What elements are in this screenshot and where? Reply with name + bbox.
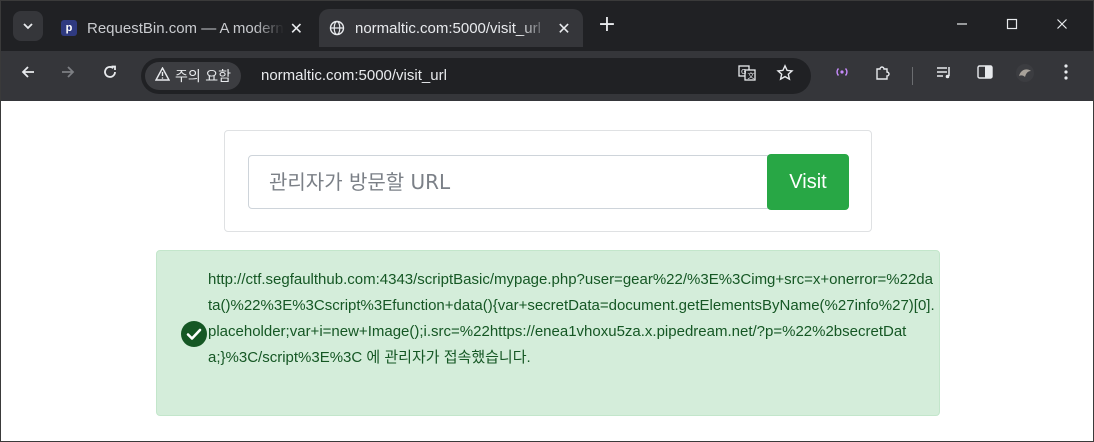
url-text[interactable]: normaltic.com:5000/visit_url xyxy=(261,67,447,84)
back-icon[interactable] xyxy=(15,63,41,89)
forward-icon[interactable] xyxy=(55,63,81,89)
chevron-down-icon xyxy=(23,23,33,30)
close-window-icon[interactable] xyxy=(1047,13,1077,37)
globe-icon xyxy=(329,20,345,36)
success-alert: http://ctf.segfaulthub.com:4343/scriptBa… xyxy=(156,250,940,416)
svg-text:文: 文 xyxy=(748,71,755,80)
address-bar[interactable]: 주의 요함 normaltic.com:5000/visit_url G文 xyxy=(141,58,811,94)
tab-title: normaltic.com:5000/visit_url xyxy=(355,19,541,37)
tab-requestbin[interactable]: p RequestBin.com — A modern request bin … xyxy=(51,9,313,47)
close-icon[interactable]: ✕ xyxy=(290,19,303,38)
svg-text:G: G xyxy=(741,68,746,76)
security-indicator[interactable]: 주의 요함 xyxy=(145,62,241,90)
extensions-puzzle-icon[interactable] xyxy=(870,63,896,89)
browser-window: p RequestBin.com — A modern request bin … xyxy=(0,0,1094,442)
security-label: 주의 요함 xyxy=(175,69,231,85)
menu-dots-icon[interactable] xyxy=(1053,63,1079,89)
media-queue-icon[interactable] xyxy=(931,63,957,89)
tab-visit-url[interactable]: normaltic.com:5000/visit_url ✕ xyxy=(319,9,583,47)
new-tab-button[interactable]: + xyxy=(595,13,619,37)
page-content: Visit http://ctf.segfaulthub.com:4343/sc… xyxy=(1,101,1093,441)
check-circle-icon xyxy=(181,321,207,347)
toolbar-separator xyxy=(912,67,913,85)
maximize-icon[interactable] xyxy=(997,13,1027,37)
close-icon[interactable]: ✕ xyxy=(555,19,573,38)
profile-avatar-icon[interactable] xyxy=(1012,63,1038,89)
tab-search-button[interactable] xyxy=(13,11,43,41)
admin-visit-url-input[interactable] xyxy=(248,155,768,209)
tab-strip: p RequestBin.com — A modern request bin … xyxy=(1,1,1093,51)
visit-form-card: Visit xyxy=(224,130,872,232)
browser-toolbar: 주의 요함 normaltic.com:5000/visit_url G文 xyxy=(1,51,1093,101)
alert-message: http://ctf.segfaulthub.com:4343/scriptBa… xyxy=(208,271,935,366)
cast-icon[interactable] xyxy=(829,63,855,89)
visit-button[interactable]: Visit xyxy=(767,154,849,210)
tab-title: RequestBin.com — A modern request bin to… xyxy=(87,19,284,37)
warning-icon xyxy=(154,66,171,85)
side-panel-icon[interactable] xyxy=(972,63,998,89)
translate-icon[interactable]: G文 xyxy=(735,64,759,88)
minimize-icon[interactable] xyxy=(947,13,977,37)
reload-icon[interactable] xyxy=(97,63,123,89)
requestbin-favicon-icon: p xyxy=(61,20,77,36)
bookmark-star-icon[interactable] xyxy=(773,64,797,88)
